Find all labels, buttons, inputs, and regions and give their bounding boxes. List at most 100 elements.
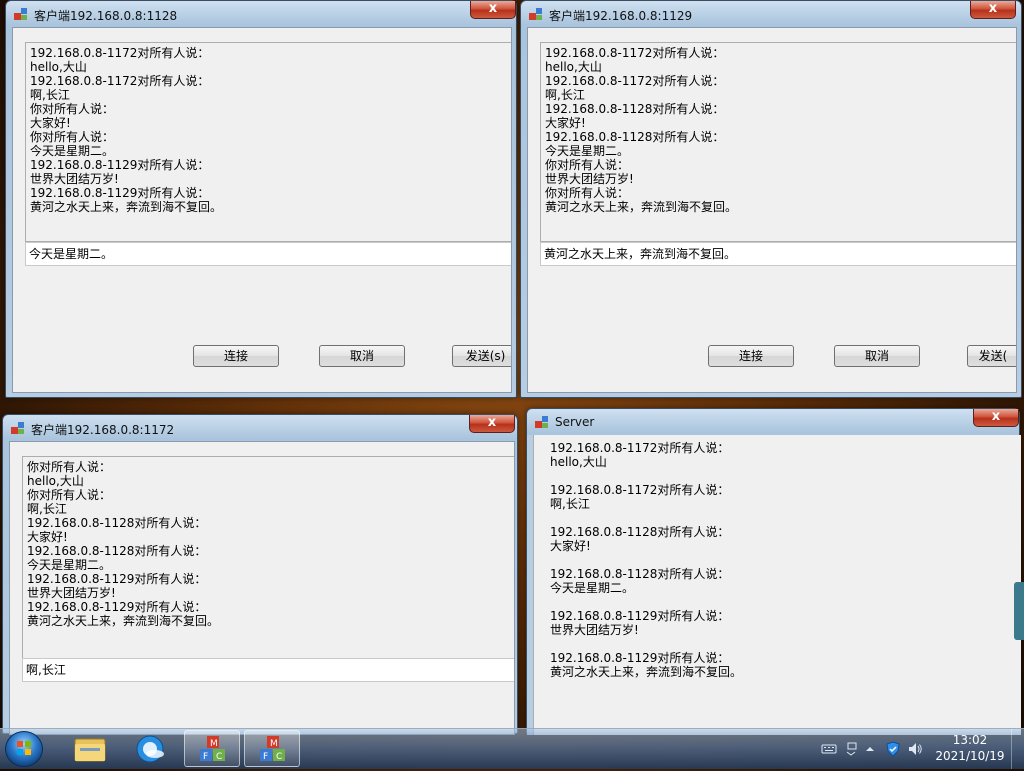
title-bar[interactable]: 客户端192.168.0.8:1128 x	[6, 1, 516, 27]
side-handle[interactable]	[1014, 582, 1024, 640]
security-shield-icon[interactable]	[885, 741, 901, 757]
server-message-gap	[550, 511, 1005, 525]
chat-line: 192.168.0.8-1128对所有人说：	[27, 516, 207, 530]
chat-line: 啊,长江	[30, 88, 70, 102]
server-message-gap	[550, 595, 1005, 609]
app-icon	[14, 8, 27, 20]
title-bar[interactable]: 客户端192.168.0.8:1129 x	[521, 1, 1021, 27]
cancel-button[interactable]: 取消	[834, 345, 920, 367]
client-window-1172[interactable]: 客户端192.168.0.8:1172 x 你对所有人说： hello,大山 你对所…	[2, 414, 518, 735]
server-message-text: 啊,长江	[550, 497, 590, 511]
server-message-text: 大家好!	[550, 539, 591, 553]
chat-line: hello,大山	[545, 60, 602, 74]
svg-text:C: C	[216, 752, 222, 762]
taskbar-file-explorer[interactable]	[62, 730, 118, 767]
chat-line: 192.168.0.8-1129对所有人说：	[30, 186, 210, 200]
title-bar[interactable]: 客户端192.168.0.8:1172 x	[3, 415, 517, 441]
app-icon	[535, 416, 548, 428]
server-message-text: 世界大团结万岁!	[550, 623, 639, 637]
svg-text:F: F	[203, 752, 208, 762]
client-area: 你对所有人说： hello,大山 你对所有人说： 啊,长江 192.168.0.8-11…	[9, 441, 515, 735]
chat-line: 你对所有人说：	[30, 130, 115, 144]
server-message-gap	[550, 679, 1005, 693]
server-message-gap	[550, 553, 1005, 567]
chat-line: 你对所有人说：	[27, 488, 112, 502]
client-area: 192.168.0.8-1172对所有人说： hello,大山 192.168.0.…	[527, 27, 1017, 393]
chat-line: 192.168.0.8-1172对所有人说：	[545, 74, 725, 88]
title-bar[interactable]: Server x	[527, 409, 1019, 435]
server-window[interactable]: Server x 192.168.0.8-1172对所有人说： hello,大山 1…	[526, 408, 1021, 735]
client-window-1128[interactable]: 客户端192.168.0.8:1128 x 192.168.0.8-1172对所…	[5, 0, 517, 398]
window-title: Server	[555, 415, 595, 429]
chat-line: 192.168.0.8-1129对所有人说：	[30, 158, 210, 172]
server-message-sender: 192.168.0.8-1172对所有人说：	[550, 441, 730, 455]
chat-line: 你对所有人说：	[545, 186, 630, 200]
chat-log[interactable]: 你对所有人说： hello,大山 你对所有人说： 啊,长江 192.168.0.8-11…	[22, 456, 514, 660]
chat-line: hello,大山	[27, 474, 84, 488]
server-message-sender: 192.168.0.8-1129对所有人说：	[550, 609, 730, 623]
send-button[interactable]: 发送(s)	[452, 345, 511, 367]
chat-line: hello,大山	[30, 60, 87, 74]
connect-button[interactable]: 连接	[708, 345, 794, 367]
svg-text:F: F	[263, 752, 268, 762]
client-window-1129[interactable]: 客户端192.168.0.8:1129 x 192.168.0.8-1172对所…	[520, 0, 1022, 398]
chat-line: 你对所有人说：	[545, 158, 630, 172]
send-button[interactable]: 发送(	[967, 345, 1016, 367]
server-message-text: hello,大山	[550, 455, 607, 469]
window-title: 客户端192.168.0.8:1172	[31, 423, 175, 437]
language-bar-icon[interactable]	[843, 741, 859, 757]
server-message-gap	[550, 637, 1005, 651]
taskbar-browser[interactable]	[122, 730, 178, 767]
start-button[interactable]	[5, 731, 43, 767]
chat-line: 世界大团结万岁!	[30, 172, 119, 186]
chat-line: 黄河之水天上来，奔流到海不复回。	[545, 200, 738, 214]
app-icon	[529, 8, 542, 20]
chat-line: 今天是星期二。	[545, 144, 630, 158]
client-area: 192.168.0.8-1172对所有人说： hello,大山 192.168.0.…	[12, 27, 512, 393]
chat-line: 你对所有人说：	[27, 460, 112, 474]
close-button[interactable]: x	[970, 1, 1016, 19]
show-desktop-button[interactable]	[1011, 729, 1024, 769]
chat-line: 192.168.0.8-1128对所有人说：	[545, 102, 725, 116]
clock[interactable]: 13:02 2021/10/19	[930, 732, 1010, 764]
chat-line: 192.168.0.8-1172对所有人说：	[30, 46, 210, 60]
svg-text:C: C	[276, 752, 282, 762]
chat-line: 世界大团结万岁!	[545, 172, 634, 186]
chat-line: 192.168.0.8-1128对所有人说：	[545, 130, 725, 144]
chat-line: 啊,长江	[545, 88, 585, 102]
server-message-gap	[550, 469, 1005, 483]
chat-line: 黄河之水天上来，奔流到海不复回。	[27, 614, 220, 628]
chat-line: 192.168.0.8-1172对所有人说：	[30, 74, 210, 88]
show-hidden-icons-icon[interactable]	[862, 741, 878, 757]
chat-line: 大家好!	[30, 116, 71, 130]
chat-log[interactable]: 192.168.0.8-1172对所有人说： hello,大山 192.168.0.…	[25, 42, 511, 242]
chat-line: 192.168.0.8-1128对所有人说：	[27, 544, 207, 558]
close-button[interactable]: x	[469, 415, 515, 433]
svg-text:M: M	[210, 739, 218, 749]
chat-log[interactable]: 192.168.0.8-1172对所有人说： hello,大山 192.168.0.…	[540, 42, 1016, 242]
mfc-app-icon: M F C	[200, 736, 225, 762]
svg-text:M: M	[270, 739, 278, 749]
app-icon	[11, 422, 24, 434]
volume-icon[interactable]	[907, 741, 923, 757]
close-button[interactable]: x	[470, 1, 516, 19]
taskbar-mfc-app[interactable]: M F C	[184, 730, 240, 767]
clock-time: 13:02	[952, 733, 988, 747]
server-message-sender: 192.168.0.8-1129对所有人说：	[550, 651, 730, 665]
message-input[interactable]: 今天是星期二。	[25, 242, 511, 266]
windows-logo-icon	[17, 741, 31, 755]
chat-line: 啊,长江	[27, 502, 67, 516]
keyboard-icon[interactable]	[821, 741, 837, 757]
cancel-button[interactable]: 取消	[319, 345, 405, 367]
chat-line: 大家好!	[545, 116, 586, 130]
taskbar-mfc-app[interactable]: M F C	[244, 730, 300, 767]
message-input[interactable]: 啊,长江	[22, 658, 514, 682]
close-button[interactable]: x	[973, 409, 1019, 427]
connect-button[interactable]: 连接	[193, 345, 279, 367]
message-input[interactable]: 黄河之水天上来，奔流到海不复回。	[540, 242, 1016, 266]
server-log[interactable]: 192.168.0.8-1172对所有人说： hello,大山 192.168.0.…	[533, 435, 1021, 735]
chat-line: 今天是星期二。	[30, 144, 115, 158]
chat-line: 192.168.0.8-1129对所有人说：	[27, 600, 207, 614]
server-message-sender: 192.168.0.8-1172对所有人说：	[550, 483, 730, 497]
server-message-sender: 192.168.0.8-1128对所有人说：	[550, 567, 730, 581]
